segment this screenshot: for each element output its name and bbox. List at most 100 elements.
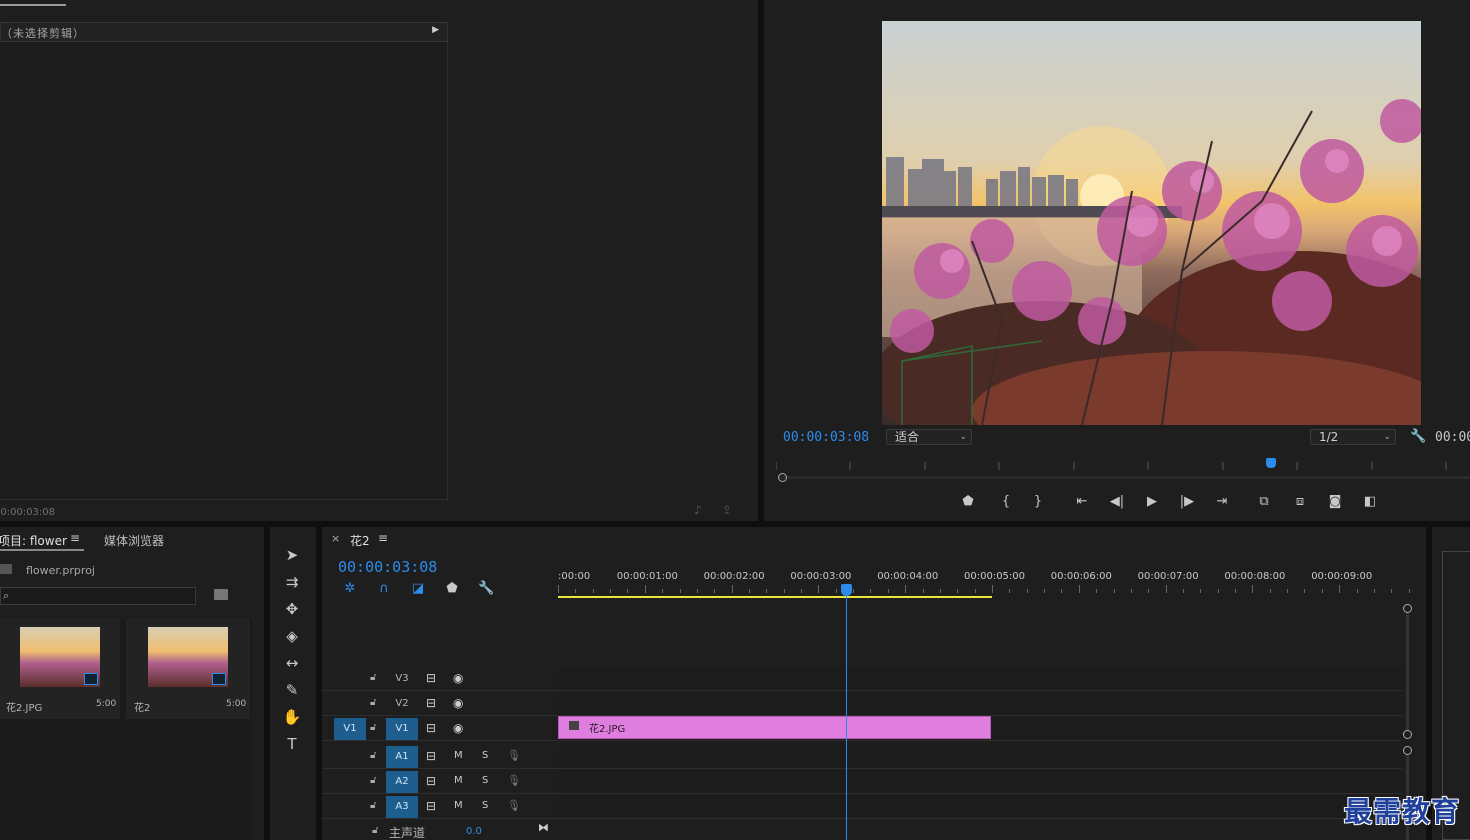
project-item-2[interactable]: 花2 5:00 xyxy=(126,619,250,719)
pen-tool-icon[interactable]: ✎ xyxy=(278,678,306,702)
playhead-line[interactable] xyxy=(846,591,847,840)
sync-lock-icon[interactable]: ⊟ xyxy=(426,721,436,735)
export-frame-icon[interactable]: ⇪ xyxy=(722,503,732,517)
go-to-in-icon[interactable]: ⇤ xyxy=(1072,494,1092,510)
track-row[interactable] xyxy=(558,692,1402,716)
program-scrub-bar[interactable] xyxy=(778,476,1470,479)
sync-lock-icon[interactable]: ⊟ xyxy=(426,774,436,788)
master-volume-value[interactable]: 0.0 xyxy=(466,826,482,837)
track-row[interactable] xyxy=(558,667,1402,691)
settings-wrench-icon[interactable]: 🔧 xyxy=(1410,429,1426,444)
tab-media-browser[interactable]: 媒体浏览器 xyxy=(104,532,164,549)
ripple-edit-tool-icon[interactable]: ✥ xyxy=(278,597,306,621)
comparison-view-icon[interactable]: ◧ xyxy=(1360,494,1380,510)
fit-dropdown[interactable]: 适合 ⌄ xyxy=(886,429,972,445)
extract-icon[interactable]: ⧈ xyxy=(1290,494,1310,510)
sync-lock-icon[interactable]: ⊟ xyxy=(426,749,436,763)
slip-tool-icon[interactable]: ↔ xyxy=(278,651,306,675)
tab-project[interactable]: 项目: flower xyxy=(0,532,67,549)
tab-sequence[interactable]: 花2 xyxy=(350,532,370,549)
track-target-toggle[interactable]: V1 xyxy=(386,718,418,740)
solo-button[interactable]: S xyxy=(482,750,488,761)
ruler-tick xyxy=(627,589,629,593)
timeline-settings-wrench-icon[interactable]: 🔧 xyxy=(478,581,494,597)
mark-out-icon[interactable]: } xyxy=(1030,494,1046,510)
video-clip[interactable]: 花2.JPG xyxy=(558,716,991,739)
time-ruler[interactable]: :00:00 00:00:01:00 00:00:02:00 00:00:03:00 0… xyxy=(558,567,1410,599)
track-row[interactable] xyxy=(558,770,1402,794)
ruler-tick xyxy=(870,589,872,593)
export-frame-camera-icon[interactable]: ◙ xyxy=(1326,494,1344,510)
audio-zoom-handle[interactable] xyxy=(1403,746,1412,755)
track-target-toggle[interactable]: V2 xyxy=(386,693,418,715)
microphone-icon[interactable]: 🎙︎ xyxy=(507,749,521,762)
razor-tool-icon[interactable]: ◈ xyxy=(278,624,306,648)
ruler-tick xyxy=(748,589,750,593)
vertical-zoom-handle-top[interactable] xyxy=(1403,604,1412,613)
sync-lock-icon[interactable]: ⊟ xyxy=(426,696,436,710)
close-icon[interactable]: × xyxy=(331,532,340,545)
track-target-toggle[interactable]: V3 xyxy=(386,668,418,690)
lock-icon[interactable]: 🔓︎ xyxy=(370,722,376,733)
project-search-input[interactable]: ⌕ xyxy=(0,587,196,605)
source-patch-toggle[interactable]: V1 xyxy=(334,718,366,740)
microphone-icon[interactable]: 🎙︎ xyxy=(507,799,521,812)
program-mini-ruler[interactable] xyxy=(775,458,1470,472)
step-forward-icon[interactable]: |▶ xyxy=(1178,494,1196,510)
snap-magnet-icon[interactable]: ∩ xyxy=(376,581,392,597)
add-marker-icon[interactable]: ⬟ xyxy=(444,581,460,597)
sync-lock-icon[interactable]: ⊟ xyxy=(426,799,436,813)
project-menu-icon[interactable]: ≡ xyxy=(70,531,80,545)
lock-icon[interactable]: 🔓︎ xyxy=(372,825,378,836)
solo-button[interactable]: S xyxy=(482,800,488,811)
track-target-toggle[interactable]: A1 xyxy=(386,746,418,768)
eye-icon[interactable]: ◉ xyxy=(453,696,463,710)
selection-tool-icon[interactable]: ➤ xyxy=(278,543,306,567)
lock-icon[interactable]: 🔓︎ xyxy=(370,775,376,786)
step-back-icon[interactable]: ◀| xyxy=(1108,494,1126,510)
source-clip-menu[interactable]: （未选择剪辑） ▶ xyxy=(0,22,448,42)
mute-button[interactable]: M xyxy=(454,775,463,786)
solo-button[interactable]: S xyxy=(482,775,488,786)
mark-in-icon[interactable]: { xyxy=(998,494,1014,510)
eye-icon[interactable]: ◉ xyxy=(453,721,463,735)
work-area-bar[interactable] xyxy=(558,596,992,598)
track-target-toggle[interactable]: A3 xyxy=(386,796,418,818)
linked-selection-icon[interactable]: ◪ xyxy=(410,581,426,597)
lock-icon[interactable]: 🔓︎ xyxy=(370,800,376,811)
mute-button[interactable]: M xyxy=(454,800,463,811)
sync-lock-icon[interactable]: ⊟ xyxy=(426,671,436,685)
lock-icon[interactable]: 🔓︎ xyxy=(370,750,376,761)
export-audio-icon[interactable]: ♪ xyxy=(694,503,702,517)
find-bin-icon[interactable] xyxy=(214,589,228,600)
mute-button[interactable]: M xyxy=(454,750,463,761)
resolution-dropdown[interactable]: 1/2 ⌄ xyxy=(1310,429,1396,445)
go-to-end-icon[interactable]: ⧓ xyxy=(538,821,549,834)
resolution-dropdown-label: 1/2 xyxy=(1319,430,1339,444)
microphone-icon[interactable]: 🎙︎ xyxy=(507,774,521,787)
sequence-menu-icon[interactable]: ≡ xyxy=(378,531,388,545)
lock-icon[interactable]: 🔓︎ xyxy=(370,672,376,683)
project-item-1[interactable]: 花2.JPG 5:00 xyxy=(0,619,120,719)
track-target-toggle[interactable]: A2 xyxy=(386,771,418,793)
timeline-current-time[interactable]: 00:00:03:08 xyxy=(338,558,437,576)
vertical-zoom-handle-mid[interactable] xyxy=(1403,730,1412,739)
track-row[interactable] xyxy=(558,745,1402,769)
nest-sequence-icon[interactable]: ✲ xyxy=(342,581,358,597)
add-marker-icon[interactable]: ⬟ xyxy=(960,494,976,510)
playhead-handle[interactable] xyxy=(841,584,852,596)
track-row[interactable] xyxy=(558,795,1402,819)
program-timecode[interactable]: 00:00:03:08 xyxy=(783,430,869,445)
play-icon[interactable]: ▶ xyxy=(1144,494,1160,510)
chevron-right-icon[interactable]: ▶ xyxy=(432,25,439,35)
go-to-out-icon[interactable]: ⇥ xyxy=(1212,494,1232,510)
lock-icon[interactable]: 🔓︎ xyxy=(370,697,376,708)
lift-icon[interactable]: ⧉ xyxy=(1254,494,1274,510)
zoom-handle-circle[interactable] xyxy=(778,473,787,482)
program-playhead-marker[interactable] xyxy=(1266,458,1276,468)
track-select-tool-icon[interactable]: ⇉ xyxy=(278,570,306,594)
type-tool-icon[interactable]: T xyxy=(278,732,306,756)
hand-tool-icon[interactable]: ✋ xyxy=(278,705,306,729)
vertical-scrollbar[interactable] xyxy=(1406,613,1409,731)
eye-icon[interactable]: ◉ xyxy=(453,671,463,685)
